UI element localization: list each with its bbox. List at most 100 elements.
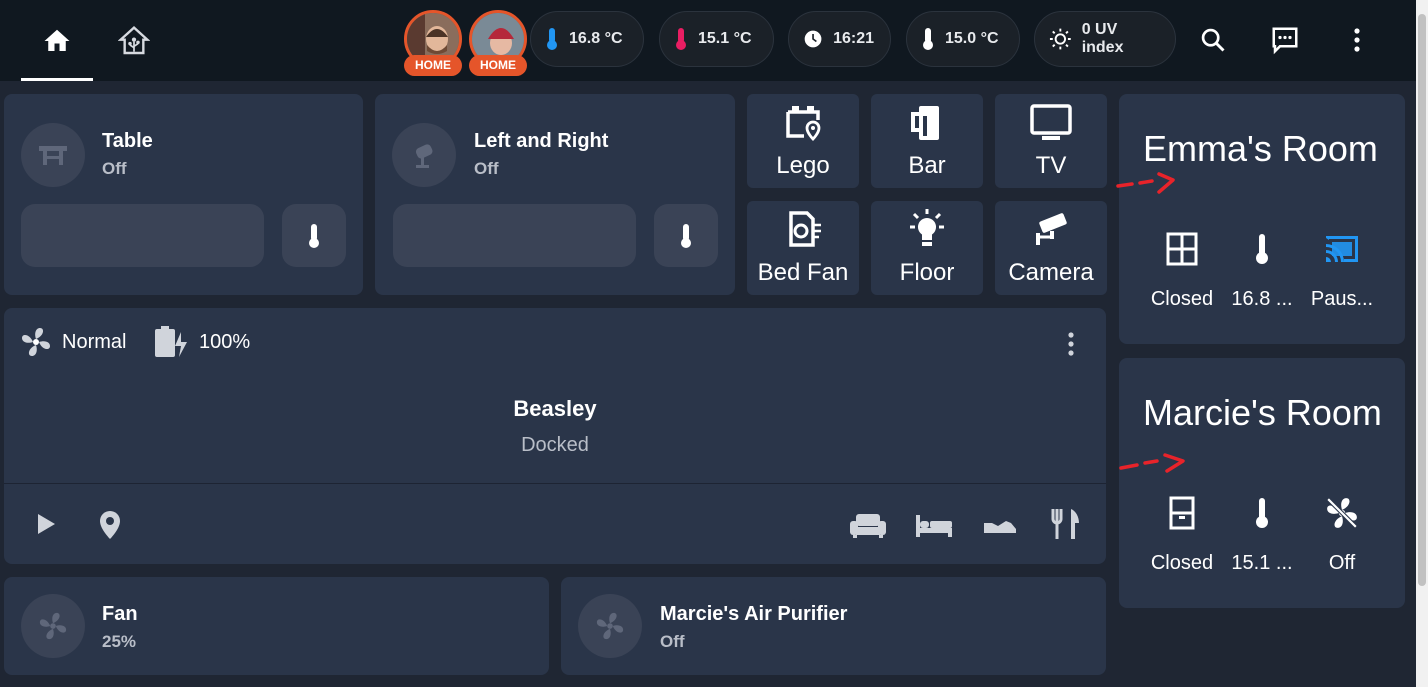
room-title: Marcie's Room (1143, 392, 1382, 433)
chip-value: 16.8 °C (569, 30, 623, 47)
room-entity-temperature[interactable]: 16.8 ... (1222, 232, 1302, 311)
tile-icon-button[interactable] (21, 123, 85, 187)
entity-state: 15.1 ... (1231, 552, 1293, 574)
chip-temperature-1[interactable]: 16.8 °C (530, 11, 644, 67)
room-bedroom-button[interactable] (916, 510, 952, 540)
thermometer-icon (309, 223, 319, 248)
clock-icon (804, 30, 822, 48)
beer-mug-icon (911, 106, 939, 140)
thermometer-blue-icon (547, 28, 557, 50)
room-kitchen-button[interactable] (1048, 506, 1084, 542)
tile-name: Left and Right (474, 130, 609, 152)
vacuum-locate-button[interactable] (94, 508, 126, 542)
annotation-arrow-icon (1119, 453, 1185, 473)
sofa-icon (850, 514, 886, 538)
entity-state: Off (1328, 552, 1356, 574)
top-app-bar: HOME HOME 16.8 °C 15.1 °C 16:21 15.0 °C … (0, 0, 1416, 81)
tile-card-air-purifier: Marcie's Air Purifier Off (561, 577, 1106, 675)
tab-overview[interactable] (98, 0, 170, 81)
overflow-menu-button[interactable] (1339, 22, 1375, 58)
scrollbar-thumb[interactable] (1418, 14, 1426, 586)
tile-state: 25% (102, 632, 137, 651)
door-closed-icon (1169, 496, 1195, 530)
tab-home[interactable] (21, 0, 93, 81)
brightness-slider[interactable] (393, 204, 636, 267)
room-hallway-button[interactable] (982, 510, 1018, 540)
room-entity-temperature[interactable]: 15.1 ... (1222, 496, 1302, 575)
tile-icon-button[interactable] (392, 123, 456, 187)
vacuum-menu-button[interactable] (1057, 328, 1085, 360)
room-card-marcie: Marcie's Room Closed 15.1 ... Off (1119, 358, 1405, 608)
tile-name: Fan (102, 603, 138, 625)
button-card-bed-fan[interactable]: Bed Fan (747, 201, 859, 295)
cctv-camera-icon (1036, 213, 1067, 245)
color-temp-button[interactable] (654, 204, 718, 267)
entity-state: Paus... (1310, 288, 1374, 310)
chip-value: 15.1 °C (698, 30, 752, 47)
tile-icon-button[interactable] (578, 594, 642, 658)
page-scrollbar[interactable] (1416, 0, 1428, 687)
spotlight-icon (415, 144, 433, 168)
tile-state: Off (474, 159, 499, 178)
color-temp-button[interactable] (282, 204, 346, 267)
thermometer-icon (681, 223, 691, 248)
tile-icon-button[interactable] (21, 594, 85, 658)
chip-value: 0 UV index (1081, 21, 1124, 56)
chip-uv-index[interactable]: 0 UV index (1034, 11, 1176, 67)
fan-speed-label: Normal (62, 330, 127, 353)
tile-card-table: Table Off (4, 94, 363, 295)
battery-charging-icon (155, 326, 187, 357)
vacuum-start-button[interactable] (30, 508, 62, 540)
vacuum-state: Docked (521, 434, 589, 456)
room-title: Emma's Room (1143, 128, 1378, 169)
entity-state: 16.8 ... (1231, 288, 1293, 310)
vacuum-battery: 100% (155, 326, 250, 358)
button-card-tv[interactable]: TV (995, 94, 1107, 188)
button-card-floor[interactable]: Floor (871, 201, 983, 295)
button-card-bar[interactable]: Bar (871, 94, 983, 188)
annotation-arrow-icon (1116, 172, 1175, 194)
room-living-button[interactable] (850, 510, 886, 540)
button-label: Camera (1008, 259, 1094, 286)
vacuum-name: Beasley (513, 396, 597, 421)
chip-time[interactable]: 16:21 (788, 11, 891, 67)
play-icon (38, 514, 55, 534)
brightness-slider[interactable] (21, 204, 264, 267)
home-assistant-icon (118, 25, 150, 54)
chip-temperature-3[interactable]: 15.0 °C (906, 11, 1020, 67)
tile-card-fan: Fan 25% (4, 577, 549, 675)
person-status-badge: HOME (469, 55, 527, 76)
button-card-lego[interactable]: Lego (747, 94, 859, 188)
window-closed-icon (1166, 232, 1198, 266)
fan-icon (39, 612, 67, 640)
thermometer-icon (1256, 234, 1268, 264)
button-label: Floor (899, 259, 955, 286)
room-card-emma: Emma's Room Closed 16.8 ... Paus... (1119, 94, 1405, 344)
tile-name: Table (102, 130, 153, 152)
button-card-camera[interactable]: Camera (995, 201, 1107, 295)
search-button[interactable] (1195, 22, 1231, 58)
shoe-icon (984, 521, 1016, 533)
thermometer-red-icon (676, 28, 686, 50)
tile-state: Off (660, 632, 685, 651)
vacuum-fan-speed[interactable]: Normal (20, 326, 126, 358)
lightbulb-on-icon (910, 209, 944, 246)
entity-state: Closed (1150, 288, 1214, 310)
comment-processing-icon (1272, 27, 1298, 55)
fan-icon (596, 612, 624, 640)
television-icon (1030, 104, 1072, 140)
chip-value: 15.0 °C (945, 30, 999, 47)
assist-button[interactable] (1267, 22, 1303, 58)
room-entity-window[interactable]: Closed (1142, 232, 1222, 311)
silverware-icon (1051, 509, 1079, 539)
bed-icon (916, 515, 952, 537)
uv-sun-icon (1049, 28, 1071, 50)
table-icon (39, 146, 67, 165)
room-entity-cast[interactable]: Paus... (1302, 232, 1382, 311)
room-entity-fan[interactable]: Off (1302, 496, 1382, 575)
chip-temperature-2[interactable]: 15.1 °C (659, 11, 774, 67)
tile-name: Marcie's Air Purifier (660, 603, 848, 625)
divider (4, 483, 1106, 484)
room-entity-door[interactable]: Closed (1142, 496, 1222, 575)
thermometer-icon (923, 28, 933, 50)
